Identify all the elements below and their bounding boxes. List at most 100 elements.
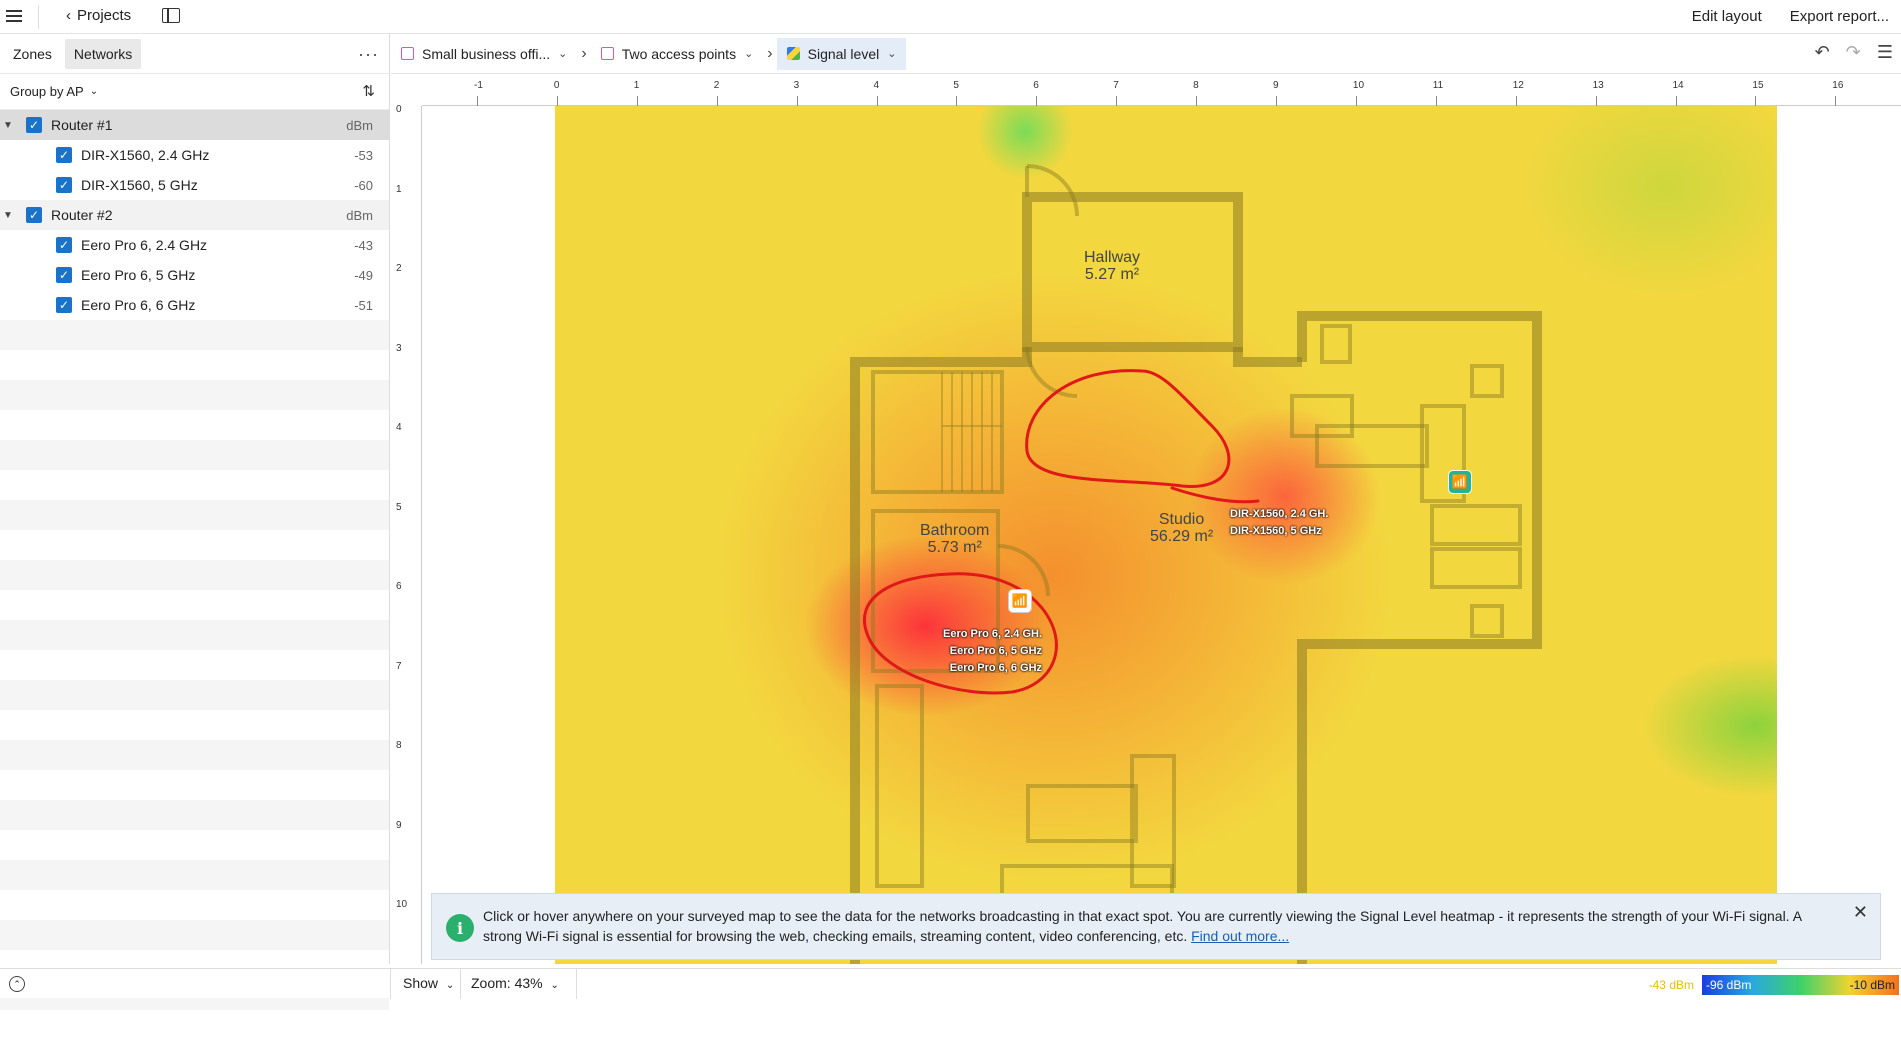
empty-row (0, 890, 389, 920)
table (1290, 394, 1354, 438)
show-dropdown[interactable]: Show ⌄ (403, 975, 454, 991)
empty-row (0, 620, 389, 650)
bottom-bar: ⌃ Show ⌄ Zoom: 43% ⌄ -43 dBm -96 dBm -10… (0, 968, 1901, 999)
wifi-icon[interactable]: 📶 (1009, 590, 1031, 612)
menu-icon[interactable] (6, 8, 22, 24)
left-panel: Zones Networks ··· Group by AP ⌄ ⇅ ▼ ✓ R… (0, 34, 390, 1010)
ruler-tick-mark (1355, 96, 1357, 106)
empty-row (0, 590, 389, 620)
access-point-router-1[interactable]: 📶 (1449, 471, 1471, 493)
ruler-tick-x: 5 (953, 80, 959, 91)
network-signal: -51 (354, 297, 373, 313)
empty-row (0, 740, 389, 770)
divider (576, 969, 577, 999)
group-checkbox[interactable]: ✓ (26, 117, 42, 133)
info-message: Click or hover anywhere on your surveyed… (483, 908, 1802, 944)
empty-row (0, 770, 389, 800)
network-checkbox[interactable]: ✓ (56, 147, 72, 163)
ruler-tick-y: 4 (396, 422, 402, 433)
ruler-tick-y: 6 (396, 581, 402, 592)
crumb-survey[interactable]: Two access points ⌄ (591, 38, 764, 70)
network-checkbox[interactable]: ✓ (56, 237, 72, 253)
settings-sliders-icon[interactable]: ☰ (1877, 42, 1893, 63)
ap-label-line: Eero Pro 6, 2.4 GH. (943, 628, 1043, 640)
access-point-router-2[interactable]: 📶 (1009, 590, 1031, 612)
tab-networks[interactable]: Networks (64, 38, 142, 69)
ruler-tick-x: 9 (1273, 80, 1279, 91)
current-signal-value: -43 dBm (1648, 978, 1694, 992)
group-row-router-2[interactable]: ▼ ✓ Router #2 dBm (0, 200, 389, 230)
legend-gradient: -96 dBm -10 dBm (1702, 975, 1899, 995)
ap-label-line: DIR-X1560, 5 GHz (1230, 525, 1322, 537)
group-row-router-1[interactable]: ▼ ✓ Router #1 dBm (0, 110, 389, 140)
empty-row (0, 800, 389, 830)
network-row[interactable]: ✓ DIR-X1560, 5 GHz -60 (0, 170, 389, 200)
crumb-project[interactable]: Small business offi... ⌄ (391, 38, 577, 70)
ruler-tick-mark (1835, 96, 1837, 106)
group-name: Router #2 (51, 207, 113, 223)
edit-layout-button[interactable]: Edit layout (1692, 8, 1762, 25)
chevron-up-icon[interactable]: ⌃ (9, 976, 25, 992)
chevron-right-icon: › (581, 44, 587, 62)
room-area: 56.29 m² (1150, 528, 1214, 545)
network-checkbox[interactable]: ✓ (56, 267, 72, 283)
ruler-tick-y: 1 (396, 183, 402, 195)
network-list: ▼ ✓ Router #1 dBm ✓ DIR-X1560, 2.4 GHz -… (0, 110, 389, 1040)
room-label-studio: Studio 56.29 m² (1150, 511, 1213, 545)
network-row[interactable]: ✓ DIR-X1560, 2.4 GHz -53 (0, 140, 389, 170)
chevron-down-icon: ⌄ (887, 48, 897, 60)
network-name: Eero Pro 6, 6 GHz (81, 297, 196, 313)
network-row[interactable]: ✓ Eero Pro 6, 5 GHz -49 (0, 260, 389, 290)
sort-icon[interactable]: ⇅ (362, 82, 375, 100)
room-label-bathroom: Bathroom 5.73 m² (920, 522, 989, 556)
zoom-dropdown[interactable]: Zoom: 43% ⌄ (471, 975, 559, 991)
undo-icon[interactable]: ↶ (1815, 42, 1830, 63)
survey-icon (600, 47, 614, 60)
network-checkbox[interactable]: ✓ (56, 297, 72, 313)
ruler-tick-x: 0 (553, 80, 560, 91)
ruler-tick-mark (796, 96, 798, 106)
group-by-label: Group by AP (10, 84, 84, 99)
close-icon[interactable]: ✕ (1853, 902, 1868, 923)
ruler-tick-mark (876, 96, 878, 106)
chair (1320, 324, 1352, 364)
group-by-dropdown[interactable]: Group by AP ⌄ ⇅ (0, 74, 389, 110)
redo-icon[interactable]: ↷ (1846, 42, 1861, 63)
export-report-button[interactable]: Export report... (1790, 8, 1889, 25)
floor-plan-icon (401, 47, 414, 60)
more-options-icon[interactable]: ··· (358, 44, 379, 65)
empty-row (0, 320, 389, 350)
tab-zones[interactable]: Zones (4, 39, 61, 69)
ap-label-line: Eero Pro 6, 6 GHz (949, 662, 1043, 674)
ruler-tick-y: 9 (396, 819, 402, 831)
legend-max: -10 dBm (1849, 978, 1895, 992)
wifi-icon[interactable]: 📶 (1449, 471, 1471, 493)
ruler-tick-x: 6 (1033, 80, 1039, 91)
top-bar: ‹ Projects Edit layout Export report... (0, 0, 1901, 34)
network-row[interactable]: ✓ Eero Pro 6, 2.4 GHz -43 (0, 230, 389, 260)
info-banner: i Click or hover anywhere on your survey… (431, 893, 1881, 960)
network-checkbox[interactable]: ✓ (56, 177, 72, 193)
ruler-tick-x: 7 (1113, 80, 1119, 91)
ruler-tick-x: 14 (1672, 80, 1684, 91)
collapse-caret-icon[interactable]: ▼ (3, 120, 13, 131)
ruler-tick-mark (556, 96, 558, 106)
ruler-tick-mark (477, 96, 478, 106)
empty-row (0, 410, 389, 440)
back-to-projects-button[interactable]: ‹ Projects (66, 7, 131, 24)
crumb-view[interactable]: Signal level ⌄ (776, 37, 907, 70)
find-out-more-link[interactable]: Find out more... (1191, 928, 1289, 944)
ruler-tick-x: 2 (713, 80, 720, 91)
map-canvas[interactable]: Hallway 5.27 m² Bathroom 5.73 m² Studio … (422, 106, 1901, 964)
chevron-left-icon: ‹ (66, 7, 71, 24)
group-checkbox[interactable]: ✓ (26, 207, 42, 223)
ruler-tick-mark (956, 96, 958, 106)
desk-2 (1430, 504, 1522, 546)
panel-toggle-icon[interactable] (162, 8, 180, 23)
collapse-caret-icon[interactable]: ▼ (3, 210, 13, 221)
empty-row (0, 560, 389, 590)
ruler-horizontal: -1 0 1 2 3 4 5 6 7 8 9 10 11 12 13 14 15 16 (422, 76, 1901, 106)
panel-tabs: Zones Networks ··· (0, 34, 389, 74)
network-row[interactable]: ✓ Eero Pro 6, 6 GHz -51 (0, 290, 389, 320)
room-area: 5.27 m² (1084, 266, 1140, 283)
